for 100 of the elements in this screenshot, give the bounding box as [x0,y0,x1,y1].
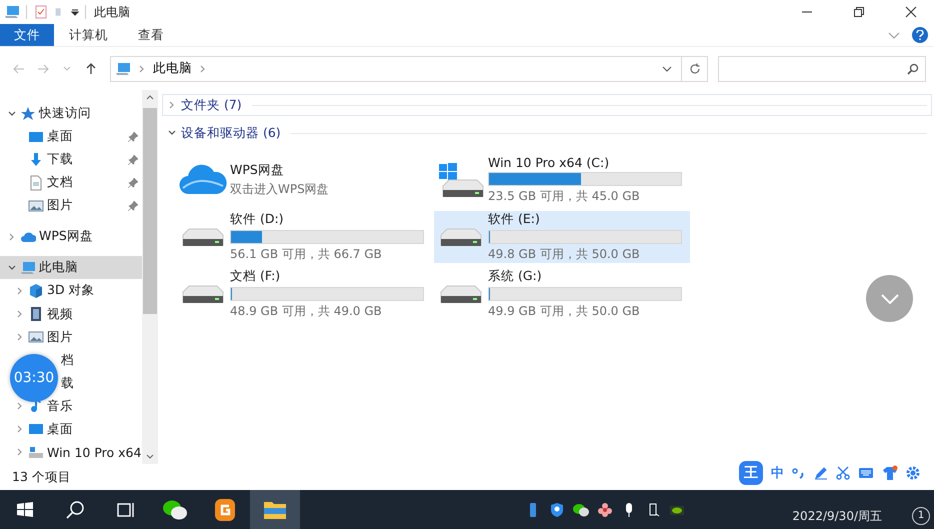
folder-icon [263,500,287,520]
tree-item[interactable]: 档 [61,352,74,369]
document-icon [28,174,44,191]
scroll-up-icon [146,94,154,100]
close-icon [905,6,917,18]
pin-icon [128,178,138,188]
ribbon-tab[interactable]: 查看 [127,24,175,46]
tree-item[interactable]: 桌面 [0,418,142,441]
tree-item[interactable]: 视频 [0,302,142,326]
tree-item[interactable]: 图片 [0,194,142,218]
drive-tile[interactable]: 软件 (E:) 49.8 GB 可用，共 50.0 GB [434,211,690,263]
chat-bubbles-icon [572,502,590,518]
drive-tile[interactable]: WPS网盘 双击进入WPS网盘 [176,154,432,206]
windows-logo-icon [16,500,34,518]
scissors-icon [836,466,850,480]
properties-icon [33,4,49,20]
drive-icon [440,284,482,304]
tree-label: 文档 [47,174,73,192]
keyboard-icon [858,466,874,480]
tree-item[interactable]: 桌面 [0,125,142,148]
tree-item[interactable]: 3D 对象 [0,279,142,302]
notification-badge[interactable]: 1 [912,506,930,524]
scroll-down-icon [146,454,154,460]
tree-label: 图片 [47,197,73,214]
drive-subtitle: 双击进入WPS网盘 [230,181,330,198]
punctuation-icon [792,466,806,480]
drive-name: 软件 (E:) [488,211,541,228]
free-space-text: 48.9 GB 可用，共 49.0 GB [230,303,383,320]
drive-icon [182,284,224,304]
app-icon [214,498,236,522]
drive-name: WPS网盘 [230,162,285,179]
ime-mode-button[interactable]: 中 [771,464,784,482]
refresh-button[interactable] [682,56,708,82]
drive-tile[interactable]: 系统 (G:) 49.9 GB 可用，共 50.0 GB [434,268,690,320]
ribbon-tab[interactable]: 计算机 [58,24,119,46]
drive-name: 文档 (F:) [230,268,282,285]
restore-icon [853,6,865,18]
scrollbar[interactable] [142,90,158,464]
system-drive-icon [437,162,485,198]
tree-label: 桌面 [47,128,73,146]
tree-item[interactable]: WPS网盘 [0,225,142,248]
drive-icon [182,228,224,246]
help-icon[interactable] [912,27,928,43]
star-icon [20,106,36,122]
drive-tile[interactable]: Win 10 Pro x64 (C:) 23.5 GB 可用，共 45.0 GB [434,154,690,206]
search-icon [65,500,85,520]
drive-name: 系统 (G:) [488,268,543,285]
drive-icon [28,444,44,460]
section-header[interactable]: 文件夹 (7) [162,94,932,116]
section-title: 文件夹 (7) [181,96,242,114]
shield-icon [549,502,566,518]
drive-name: 软件 (D:) [230,211,285,228]
item-count: 13 个项目 [12,468,71,486]
tree-item[interactable]: 载 [61,374,74,392]
address-field[interactable]: 此电脑 [110,56,682,82]
computer-icon [115,60,131,76]
tree-label: 此电脑 [39,259,78,276]
tree-label: 3D 对象 [47,282,95,300]
ribbon-tab[interactable]: 文件 [0,24,54,46]
chat-bubbles-icon [162,498,188,522]
pin-icon [128,154,138,165]
drive-tile[interactable]: 文档 (F:) 48.9 GB 可用，共 49.0 GB [176,268,432,320]
chevron-down-icon [63,64,71,72]
breadcrumb[interactable]: 此电脑 [153,60,192,77]
tree-item[interactable]: 下载 [0,148,142,172]
tree-item[interactable]: Win 10 Pro x64 [0,440,142,464]
pin-icon [128,132,138,142]
tree-item[interactable]: 此电脑 [0,256,142,280]
up-arrow-icon [85,62,97,74]
free-space-text: 49.9 GB 可用，共 50.0 GB [488,303,641,320]
back-arrow-icon [13,62,25,74]
tree-item[interactable]: 快速访问 [0,102,142,126]
tree-label: 视频 [47,306,73,323]
tree-label: 下载 [47,151,73,168]
section-title: 设备和驱动器 (6) [181,124,281,142]
tree-label: Win 10 Pro x64 [47,444,142,460]
ime-logo[interactable]: 王 [739,461,763,485]
tree-item[interactable]: 文档 [0,171,142,194]
computer-icon [4,4,20,20]
tree-label: WPS网盘 [39,228,93,246]
tree-item[interactable]: 图片 [0,326,142,349]
computer-icon [20,260,36,276]
chevron-down-icon [880,292,900,304]
search-icon [907,62,919,74]
free-space-text: 56.1 GB 可用，共 66.7 GB [230,246,383,263]
taskbar-date: 2022/9/30/周五 [792,508,882,525]
dropdown-icon [71,8,79,16]
free-space-text: 23.5 GB 可用，共 45.0 GB [488,188,641,205]
window-title: 此电脑 [94,4,131,20]
drive-icon [440,228,482,246]
pen-icon [814,466,828,480]
drive-name: Win 10 Pro x64 (C:) [488,155,610,170]
settings-icon [906,466,920,480]
download-icon [28,152,44,168]
picture-icon [28,329,44,346]
picture-icon [28,198,44,214]
shirt-icon [882,465,898,481]
search-field[interactable] [718,56,926,82]
tree-label: 图片 [47,328,73,346]
drive-tile[interactable]: 软件 (D:) 56.1 GB 可用，共 66.7 GB [176,211,432,263]
